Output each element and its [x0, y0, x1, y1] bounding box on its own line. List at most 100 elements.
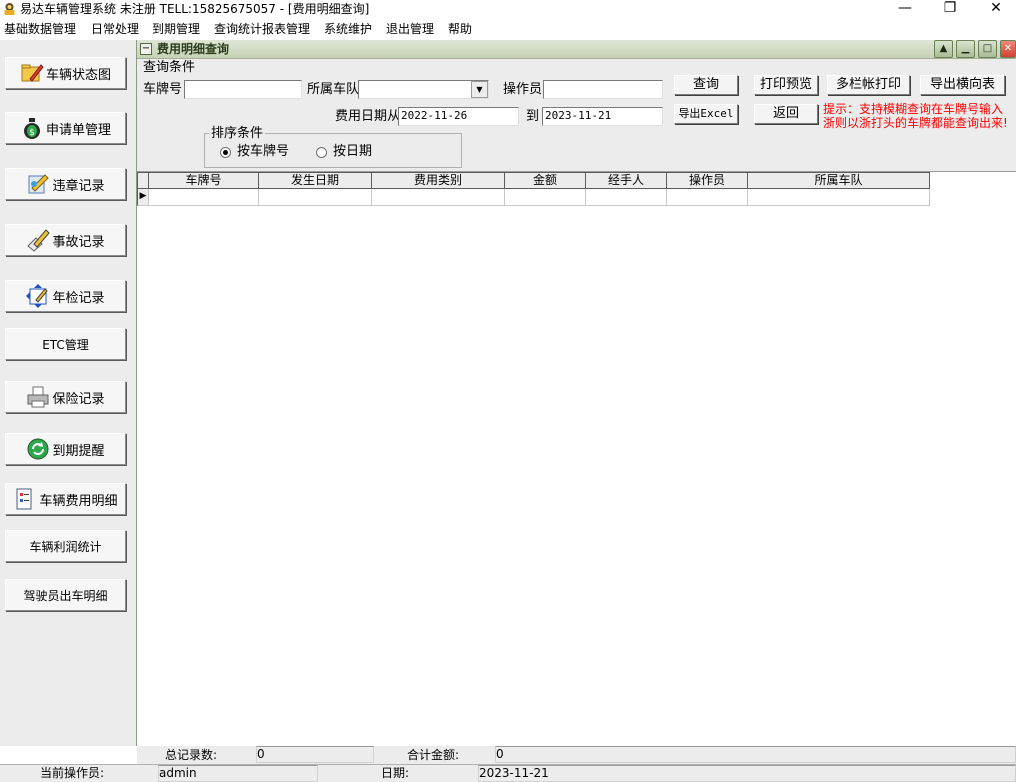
- nav-accidents[interactable]: 事故记录: [5, 224, 126, 256]
- col-header-amount[interactable]: 金额: [505, 172, 586, 189]
- restore-button[interactable]: ❐: [935, 0, 965, 18]
- total-amount-text: 0: [496, 747, 504, 761]
- nav-reminder[interactable]: 到期提醒: [5, 433, 126, 465]
- status-date-label: 日期:: [381, 766, 410, 780]
- close-button[interactable]: ✕: [981, 0, 1011, 18]
- title-bar: 易达车辆管理系统 未注册 TELL:15825675057 - [费用明细查询]…: [0, 0, 1016, 19]
- left-nav: 车辆状态图 $ 申请单管理 违章记录 事故记录 年检记录 ETC管理 保险记录 …: [0, 40, 137, 746]
- table-cell[interactable]: [667, 189, 748, 206]
- print-preview-button[interactable]: 打印预览: [754, 75, 818, 95]
- fleet-label: 所属车队: [307, 82, 360, 97]
- menu-bar: 基础数据管理 日常处理 到期管理 查询统计报表管理 系统维护 退出管理 帮助: [0, 19, 1016, 39]
- subwindow-scroll-up-button[interactable]: ▲: [934, 40, 953, 58]
- nav-label: 到期提醒: [52, 443, 105, 459]
- total-amount-value: 0: [495, 746, 1016, 763]
- hint-text-line2: 浙则以浙打头的车牌都能查询出来!: [823, 116, 1008, 130]
- nav-vehicle-expenses[interactable]: 车辆费用明细: [5, 483, 126, 515]
- table-cell[interactable]: [748, 189, 930, 206]
- table-cell[interactable]: [259, 189, 372, 206]
- sort-by-plate-label[interactable]: 按车牌号: [237, 144, 289, 160]
- nav-profit-stats[interactable]: 车辆利润统计: [5, 530, 126, 562]
- date-to-label: 到: [526, 109, 540, 124]
- total-records-text: 0: [257, 747, 265, 761]
- export-excel-button[interactable]: 导出Excel: [674, 104, 738, 124]
- subwindow-title: 费用明细查询: [157, 42, 230, 56]
- col-header-date[interactable]: 发生日期: [259, 172, 372, 189]
- nav-inspection[interactable]: 年检记录: [5, 280, 126, 312]
- nav-etc[interactable]: ETC管理: [5, 328, 126, 360]
- nav-insurance[interactable]: 保险记录: [5, 381, 126, 413]
- operator-input[interactable]: [543, 80, 663, 99]
- date-to-input[interactable]: 2023-11-21: [542, 107, 663, 126]
- plate-input[interactable]: [184, 80, 302, 99]
- date-from-input[interactable]: 2022-11-26: [398, 107, 519, 126]
- sort-group-label: 排序条件: [209, 126, 266, 141]
- nav-label: 保险记录: [52, 391, 105, 407]
- multi-column-print-button[interactable]: 多栏帐打印: [827, 75, 910, 95]
- nav-label: 车辆费用明细: [39, 493, 118, 509]
- nav-label: 驾驶员出车明细: [23, 588, 108, 603]
- nav-driver-trips[interactable]: 驾驶员出车明细: [5, 579, 126, 611]
- current-operator-label: 当前操作员:: [40, 766, 105, 780]
- svg-text:$: $: [29, 128, 35, 138]
- date-from-label: 费用日期从: [335, 109, 401, 124]
- menu-help[interactable]: 帮助: [448, 21, 472, 37]
- row-indicator: ▶: [137, 189, 149, 206]
- chevron-down-icon[interactable]: ▼: [471, 81, 488, 98]
- nav-label: 车辆状态图: [45, 67, 111, 83]
- menu-basic-data[interactable]: 基础数据管理: [4, 21, 76, 37]
- menu-system[interactable]: 系统维护: [324, 21, 372, 37]
- menu-exit[interactable]: 退出管理: [386, 21, 434, 37]
- status-date-text: 2023-11-21: [479, 766, 549, 780]
- nav-label: 申请单管理: [45, 122, 111, 138]
- nav-label: 年检记录: [52, 290, 105, 306]
- subwindow-title-bar: − 费用明细查询 ▲ ▁ □ ✕: [137, 40, 1016, 59]
- menu-daily[interactable]: 日常处理: [91, 21, 139, 37]
- current-operator-text: admin: [159, 766, 197, 780]
- table-cell[interactable]: [586, 189, 667, 206]
- pen-paper-icon: [27, 229, 51, 252]
- calendar-arrows-icon: [26, 284, 49, 308]
- col-header-plate[interactable]: 车牌号: [149, 172, 259, 189]
- expense-grid[interactable]: [137, 171, 1016, 746]
- nav-label: 事故记录: [52, 234, 105, 250]
- sort-by-plate-radio[interactable]: [220, 147, 231, 158]
- subwindow-menu-icon[interactable]: −: [140, 43, 152, 55]
- query-group-label: 查询条件: [141, 60, 198, 75]
- fleet-select[interactable]: [358, 80, 489, 99]
- menu-reports[interactable]: 查询统计报表管理: [214, 21, 310, 37]
- nav-vehicle-status[interactable]: 车辆状态图: [5, 57, 126, 89]
- table-cell[interactable]: [372, 189, 505, 206]
- total-records-value: 0: [256, 746, 374, 763]
- search-button[interactable]: 查询: [674, 75, 738, 95]
- refresh-globe-icon: [27, 438, 49, 460]
- subwindow-close-button[interactable]: ✕: [1000, 40, 1016, 58]
- document-edit-icon: [28, 174, 50, 194]
- back-button[interactable]: 返回: [754, 104, 818, 124]
- current-operator-value: admin: [158, 765, 318, 782]
- col-header-fleet[interactable]: 所属车队: [748, 172, 930, 189]
- col-header-category[interactable]: 费用类别: [372, 172, 505, 189]
- export-horizontal-button[interactable]: 导出横向表: [920, 75, 1005, 95]
- hint-text-line1: 提示：支持模糊查询在车牌号输入: [823, 102, 1004, 116]
- nav-violations[interactable]: 违章记录: [5, 168, 126, 200]
- grid-corner: [137, 172, 149, 189]
- nav-label: ETC管理: [42, 337, 89, 352]
- menu-expiry[interactable]: 到期管理: [152, 21, 200, 37]
- window-title: 易达车辆管理系统 未注册 TELL:15825675057 - [费用明细查询]: [20, 2, 370, 16]
- operator-label: 操作员: [503, 82, 543, 97]
- minimize-button[interactable]: —: [890, 0, 920, 18]
- total-records-label: 总记录数:: [165, 748, 218, 762]
- table-cell[interactable]: [149, 189, 259, 206]
- col-header-operator[interactable]: 操作员: [667, 172, 748, 189]
- col-header-handler[interactable]: 经手人: [586, 172, 667, 189]
- money-bag-icon: $: [23, 118, 40, 139]
- sort-by-date-label[interactable]: 按日期: [333, 144, 372, 160]
- table-cell[interactable]: [505, 189, 586, 206]
- sort-by-date-radio[interactable]: [316, 147, 327, 158]
- subwindow-minimize-button[interactable]: ▁: [956, 40, 975, 58]
- status-date-value: 2023-11-21: [478, 765, 1016, 782]
- nav-application[interactable]: $ 申请单管理: [5, 112, 126, 144]
- printer-icon: [27, 386, 49, 408]
- subwindow-maximize-button[interactable]: □: [978, 40, 997, 58]
